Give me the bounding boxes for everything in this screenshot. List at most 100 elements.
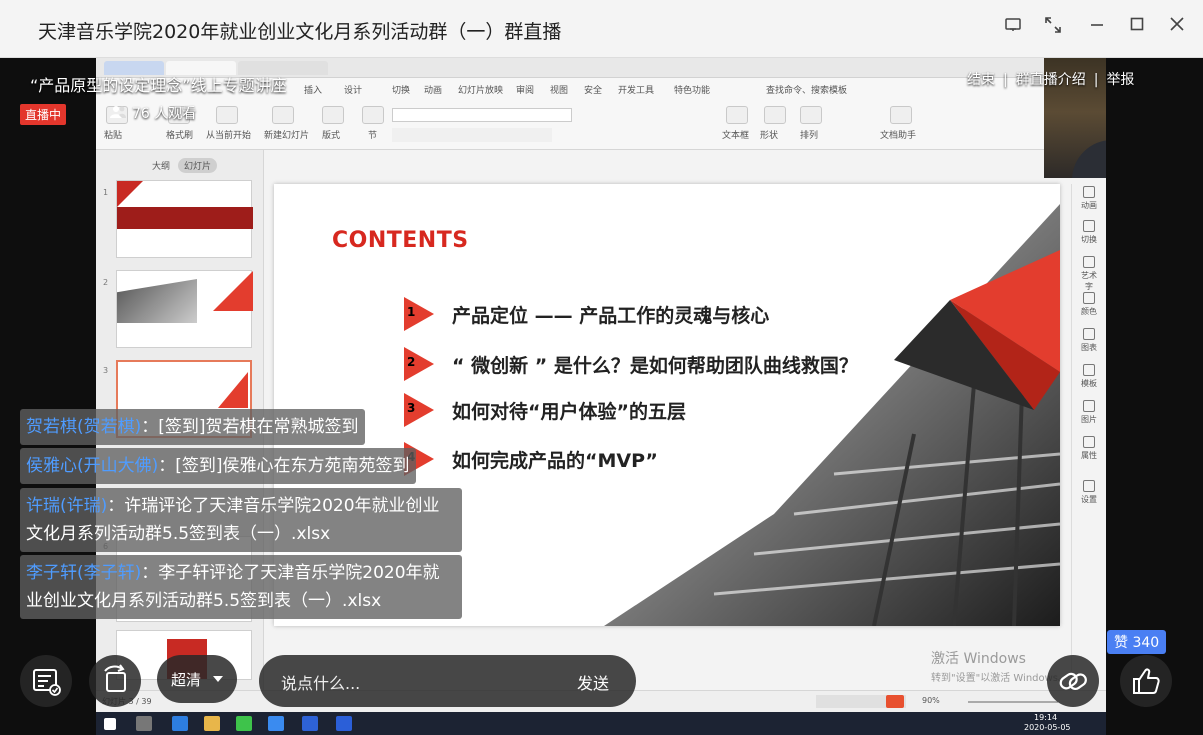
thumbnail-tabs: 大纲 幻灯片 xyxy=(152,158,218,173)
chart-panel-icon: 图表 xyxy=(1078,328,1100,353)
separator: | xyxy=(1093,72,1099,88)
color-panel-icon: 颜色 xyxy=(1078,292,1100,317)
comment-user[interactable]: 贺若棋(贺若棋) xyxy=(26,417,141,437)
shared-screen: 插入 设计 切换 动画 幻灯片放映 审阅 视图 安全 开发工具 特色功能 查找命… xyxy=(96,58,1106,735)
rotate-icon xyxy=(104,664,126,692)
item-number: 3 xyxy=(407,401,416,415)
rotate-screen-button[interactable] xyxy=(89,655,141,707)
item-number: 1 xyxy=(407,305,416,319)
fullscreen-icon[interactable] xyxy=(1040,15,1066,41)
comment-user[interactable]: 许瑞(许瑞) xyxy=(26,496,107,516)
slide-thumbnail xyxy=(116,270,253,348)
menu-item: 动画 xyxy=(424,86,443,96)
thumb-number: 3 xyxy=(103,366,109,375)
thumb-number: 2 xyxy=(103,278,109,287)
template-panel-icon: 模板 xyxy=(1078,364,1100,389)
minimize-icon[interactable] xyxy=(1084,15,1110,41)
wechat-icon xyxy=(236,716,252,731)
windows-start-icon xyxy=(104,718,116,730)
live-title: “产品原型的设定理念”线上专题讲座 xyxy=(30,76,287,95)
quality-label: 超清 xyxy=(171,671,202,689)
animation-panel-icon: 动画 xyxy=(1078,186,1100,211)
menu-item: 设计 xyxy=(344,86,363,96)
chat-input-bar: 说点什么... 发送 xyxy=(259,655,636,707)
wordart-panel-icon: 艺术字 xyxy=(1078,256,1100,292)
tool-label: 格式刷 xyxy=(166,131,194,141)
end-live-button[interactable]: 结束 xyxy=(967,72,995,88)
tool-label: 排列 xyxy=(800,131,819,141)
item-number: 2 xyxy=(407,355,416,369)
chat-comment: 贺若棋(贺若棋)：[签到]贺若棋在常熟城签到 xyxy=(20,409,365,445)
separator: | xyxy=(1003,72,1008,88)
like-count-badge: 赞 340 xyxy=(1107,630,1167,654)
tool-label: 粘贴 xyxy=(104,131,123,141)
explorer-icon xyxy=(204,716,220,731)
menu-item: 幻灯片放映 xyxy=(458,86,504,96)
comment-user[interactable]: 侯雅心(开山大佛) xyxy=(26,456,158,476)
slide-heading: CONTENTS xyxy=(332,228,469,253)
window-title: 天津音乐学院2020年就业创业文化月系列活动群（一）群直播 xyxy=(38,21,562,43)
app-icon xyxy=(268,716,284,731)
tool-label: 形状 xyxy=(760,131,779,141)
notes-button[interactable] xyxy=(20,655,72,707)
doc-assistant-button xyxy=(890,106,912,124)
tool-label: 新建幻灯片 xyxy=(264,131,310,141)
item-text: 如何完成产品的“MVP” xyxy=(452,450,658,472)
layout-button xyxy=(322,106,344,124)
outline-tab: 大纲 xyxy=(152,162,171,172)
video-stage: 插入 设计 切换 动画 幻灯片放映 审阅 视图 安全 开发工具 特色功能 查找命… xyxy=(0,58,1203,735)
send-button[interactable]: 发送 xyxy=(577,670,609,694)
font-selector xyxy=(392,108,572,122)
chevron-down-icon xyxy=(213,676,223,682)
quality-selector[interactable]: 超清 xyxy=(157,655,237,703)
shape-button xyxy=(764,106,786,124)
maximize-icon[interactable] xyxy=(1124,15,1150,41)
comment-user[interactable]: 李子轩(李子轩) xyxy=(26,563,141,583)
tool-label: 节 xyxy=(368,131,378,141)
item-text: 如何对待“用户体验”的五层 xyxy=(452,401,686,423)
comment-text: ：[签到]贺若棋在常熟城签到 xyxy=(141,417,359,437)
chat-comment: 李子轩(李子轩)：李子轩评论了天津音乐学院2020年就业创业文化月系列活动群5.… xyxy=(20,555,462,619)
clock-time: 19:14 xyxy=(1034,713,1058,722)
windows-taskbar: 19:14 2020-05-05 xyxy=(96,712,1106,735)
property-panel-icon: 属性 xyxy=(1078,436,1100,461)
share-link-button[interactable] xyxy=(1047,655,1099,707)
menu-item: 视图 xyxy=(550,86,569,96)
wps-icon xyxy=(302,716,318,731)
chat-input[interactable]: 说点什么... xyxy=(281,670,360,694)
report-button[interactable]: 举报 xyxy=(1106,72,1134,88)
textbox-button xyxy=(726,106,748,124)
slides-tab: 幻灯片 xyxy=(178,158,218,173)
live-intro-button[interactable]: 群直播介绍 xyxy=(1016,72,1086,88)
format-row xyxy=(392,128,552,142)
thumbs-up-icon xyxy=(1133,668,1160,694)
menu-item: 审阅 xyxy=(516,86,535,96)
picture-panel-icon: 图片 xyxy=(1078,400,1100,425)
slide-thumbnail xyxy=(116,180,253,258)
play-from-current-button xyxy=(216,106,238,124)
zoom-slider xyxy=(968,701,1058,703)
menu-item: 切换 xyxy=(392,86,411,96)
menu-item: 安全 xyxy=(584,86,603,96)
search-hint: 查找命令、搜索模板 xyxy=(766,86,848,96)
live-stream-window: 天津音乐学院2020年就业创业文化月系列活动群（一）群直播 插入 设计 切换 动… xyxy=(0,0,1203,735)
edge-icon xyxy=(172,716,188,731)
menu-item: 插入 xyxy=(304,86,323,96)
thumb-number: 1 xyxy=(103,188,109,197)
new-slide-button xyxy=(272,106,294,124)
like-button[interactable] xyxy=(1120,655,1172,707)
chat-comment: 许瑞(许瑞)：许瑞评论了天津音乐学院2020年就业创业文化月系列活动群5.5签到… xyxy=(20,488,462,552)
app-icon xyxy=(336,716,352,731)
tool-label: 版式 xyxy=(322,131,341,141)
tool-label: 从当前开始 xyxy=(206,131,252,141)
tool-label: 文本框 xyxy=(722,131,750,141)
close-icon[interactable] xyxy=(1164,15,1190,41)
chat-comment: 侯雅心(开山大佛)：[签到]侯雅心在东方苑南苑签到 xyxy=(20,448,416,484)
item-text: 产品定位 —— 产品工作的灵魂与核心 xyxy=(452,305,770,327)
item-text: “ 微创新 ” 是什么？是如何帮助团队曲线救国？ xyxy=(452,355,858,377)
slideshow-play-icon xyxy=(886,695,904,708)
section-button xyxy=(362,106,384,124)
wps-right-panel: 动画 切换 艺术字 颜色 图表 模板 图片 属性 设置 xyxy=(1071,184,1106,704)
screenshot-icon[interactable] xyxy=(1000,15,1026,41)
comment-text: ：[签到]侯雅心在东方苑南苑签到 xyxy=(158,456,410,476)
